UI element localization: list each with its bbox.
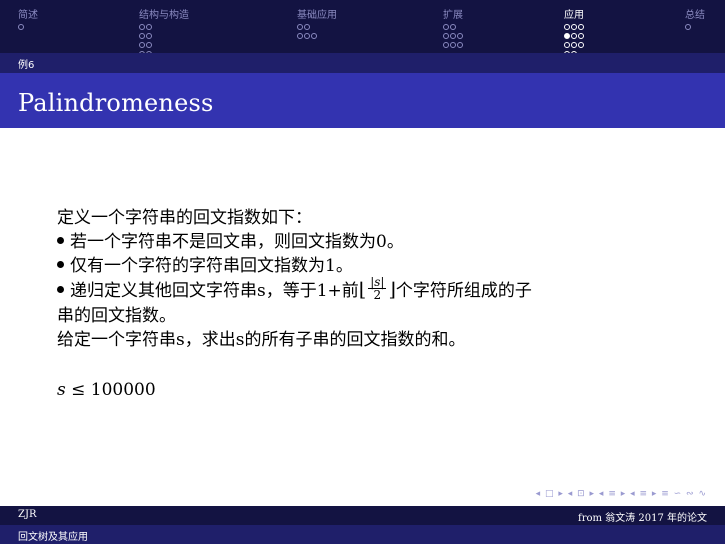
frame-dot[interactable] — [297, 33, 303, 39]
bullet-item: 递归定义其他回文字符串s，等于1+前⌊ |s| 2 ⌋个字符所组成的子 — [57, 276, 677, 304]
frame-dot[interactable] — [146, 24, 152, 30]
nav-section-summary[interactable]: 简述 — [18, 6, 38, 32]
frame-dot[interactable] — [443, 33, 449, 39]
definition-intro: 定义一个字符串的回文指数如下： — [57, 208, 312, 228]
frame-dot[interactable] — [18, 24, 24, 30]
frame-dot[interactable] — [571, 24, 577, 30]
frame-dot[interactable] — [564, 42, 570, 48]
nav-section-label: 简述 — [18, 10, 38, 21]
constraint-variable: s — [57, 380, 66, 400]
frame-dot[interactable] — [578, 42, 584, 48]
frame-dot[interactable] — [571, 33, 577, 39]
nav-section-conclusion[interactable]: 总结 — [685, 6, 705, 32]
frame-dot[interactable] — [450, 24, 456, 30]
problem-question: 给定一个字符串s，求出s的所有子串的回文指数的和。 — [57, 330, 466, 350]
bullet-icon — [57, 261, 64, 268]
frame-dot[interactable] — [139, 24, 145, 30]
footer-source: from 翁文涛 2017 年的论文 — [578, 513, 707, 524]
nav-section-label: 应用 — [564, 10, 584, 21]
bullet-item: 若一个字符串不是回文串，则回文指数为0。 — [57, 230, 677, 254]
nav-section-basic-applications[interactable]: 基础应用 — [297, 6, 337, 41]
frame-dot[interactable] — [139, 33, 145, 39]
frame-dot[interactable] — [304, 24, 310, 30]
nav-section-dots — [18, 24, 38, 32]
frame-dot[interactable] — [146, 33, 152, 39]
frame-dot[interactable] — [139, 42, 145, 48]
frame-dot[interactable] — [457, 33, 463, 39]
nav-section-label: 基础应用 — [297, 10, 337, 21]
bullet-text: 仅有一个字符的字符串回文指数为1。 — [70, 256, 353, 276]
frame-title-bar: Palindromeness — [0, 73, 725, 128]
frame-dot[interactable] — [311, 33, 317, 39]
frame-dot[interactable] — [457, 42, 463, 48]
subsection-bar: 例6 — [0, 53, 725, 73]
nav-section-structure[interactable]: 结构与构造 — [139, 6, 189, 59]
footer-talk-title: 回文树及其应用 — [18, 532, 88, 543]
constraint: s ≤ 100000 — [57, 378, 677, 402]
nav-section-applications[interactable]: 应用 — [564, 6, 584, 59]
bullet-text: 个字符所组成的子 — [395, 281, 532, 301]
nav-section-label: 扩展 — [443, 10, 463, 21]
bullet-icon — [57, 237, 64, 244]
frame-dot[interactable] — [443, 24, 449, 30]
fraction-denominator: 2 — [373, 288, 382, 302]
footer-author-bar: ZJR from 翁文涛 2017 年的论文 — [0, 506, 725, 525]
bullet-icon — [57, 286, 64, 293]
footer-author: ZJR — [18, 509, 37, 520]
bullet-continuation: 串的回文指数。 — [57, 306, 176, 326]
nav-section-dots — [443, 24, 463, 50]
current-frame-dot[interactable] — [564, 33, 570, 39]
nav-section-label: 结构与构造 — [139, 10, 189, 21]
frame-dot[interactable] — [564, 24, 570, 30]
frame-dot[interactable] — [146, 42, 152, 48]
nav-section-label: 总结 — [685, 10, 705, 21]
floor-left-bracket: ⌊ — [358, 279, 367, 301]
bullet-item: 仅有一个字符的字符串回文指数为1。 — [57, 254, 677, 278]
frame-dot[interactable] — [685, 24, 691, 30]
beamer-navigation-symbols[interactable]: ◂ □ ▸ ◂ ⊡ ▸ ◂ ≡ ▸ ◂ ≡ ▸ ≡ ∽ ∾ ∿ — [536, 489, 707, 499]
floor-right-bracket: ⌋ — [388, 279, 396, 301]
nav-section-dots — [685, 24, 705, 32]
constraint-bound: ≤ 100000 — [65, 380, 156, 400]
frame-dot[interactable] — [571, 42, 577, 48]
top-navigation: 简述 结构与构造 基础应用 扩展 应用 总结 — [0, 0, 725, 57]
fraction: |s| 2 — [368, 276, 387, 302]
nav-section-dots — [297, 24, 337, 41]
footer-title-bar: 回文树及其应用 — [0, 525, 725, 544]
slide-content: 定义一个字符串的回文指数如下： 若一个字符串不是回文串，则回文指数为0。 仅有一… — [57, 206, 677, 402]
frame-dot[interactable] — [304, 33, 310, 39]
frame-dot[interactable] — [578, 33, 584, 39]
nav-section-extension[interactable]: 扩展 — [443, 6, 463, 50]
frame-dot[interactable] — [450, 33, 456, 39]
frame-dot[interactable] — [450, 42, 456, 48]
frame-dot[interactable] — [297, 24, 303, 30]
frame-title: Palindromeness — [18, 89, 214, 117]
frame-dot[interactable] — [443, 42, 449, 48]
bullet-text: 递归定义其他回文字符串s，等于1+前 — [70, 281, 359, 301]
subsection-label: 例6 — [18, 60, 35, 71]
frame-dot[interactable] — [578, 24, 584, 30]
bullet-text: 若一个字符串不是回文串，则回文指数为0。 — [70, 232, 404, 252]
